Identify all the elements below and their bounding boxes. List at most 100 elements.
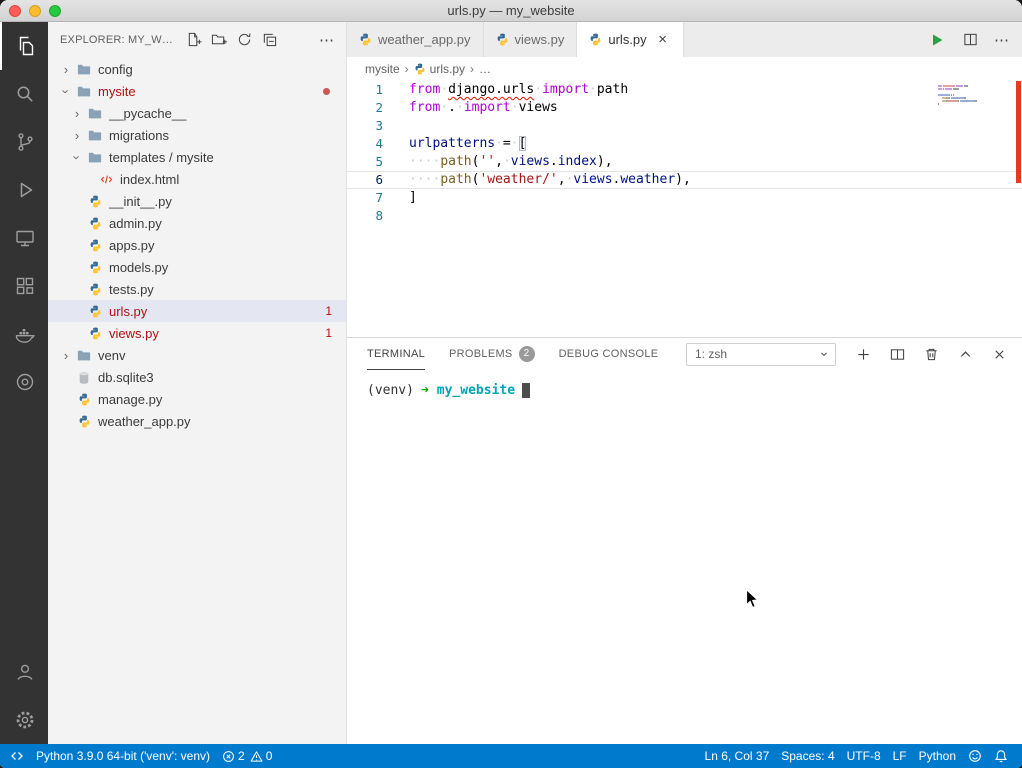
problems-summary[interactable]: 2 0 — [216, 744, 278, 768]
vscode-window: urls.py — my_website — [0, 0, 1022, 768]
encoding[interactable]: UTF-8 — [841, 744, 887, 768]
editor-tab-urls-py[interactable]: urls.py × — [577, 22, 683, 57]
new-terminal-button[interactable] — [854, 345, 872, 363]
tree-item-apps-py[interactable]: apps.py — [48, 234, 346, 256]
tree-item-pycache[interactable]: ›__pycache__ — [48, 102, 346, 124]
tree-item-index-html[interactable]: index.html — [48, 168, 346, 190]
tree-item-label: urls.py — [109, 304, 147, 319]
breadcrumb-file[interactable]: urls.py — [414, 62, 465, 76]
tree-item-tests-py[interactable]: tests.py — [48, 278, 346, 300]
eol-selector[interactable]: LF — [887, 744, 913, 768]
gear-icon — [13, 708, 37, 732]
activity-bar-explorer[interactable] — [0, 22, 48, 70]
python-icon — [85, 217, 105, 230]
tree-item-models-py[interactable]: models.py — [48, 256, 346, 278]
line-number: 6 — [347, 171, 383, 189]
minimize-window-button[interactable] — [29, 5, 41, 17]
refresh-explorer-icon — [237, 32, 252, 47]
close-tab-icon[interactable]: × — [655, 31, 671, 48]
activity-bar-source-control[interactable] — [0, 118, 48, 166]
tree-item-venv[interactable]: ›venv — [48, 344, 346, 366]
split-editor-icon — [963, 32, 978, 47]
activity-bar-gear-circle[interactable] — [0, 358, 48, 406]
python-icon — [85, 283, 105, 296]
close-window-button[interactable] — [9, 5, 21, 17]
tree-item-mysite[interactable]: ›mysite — [48, 80, 346, 102]
split-editor-button[interactable] — [961, 31, 979, 49]
python-icon — [414, 63, 426, 75]
tree-item-admin-py[interactable]: admin.py — [48, 212, 346, 234]
tree-item-urls-py[interactable]: urls.py 1 — [48, 300, 346, 322]
feedback-button[interactable] — [962, 744, 988, 768]
chevron-collapsed-icon[interactable]: › — [69, 106, 85, 121]
tree-item-weather-app-py[interactable]: weather_app.py — [48, 410, 346, 432]
language-mode[interactable]: Python — [913, 744, 962, 768]
bell-icon — [994, 749, 1008, 763]
terminal-picker-dropdown[interactable]: 1: zsh — [686, 343, 836, 366]
chevron-collapsed-icon[interactable]: › — [58, 62, 74, 77]
chevron-collapsed-icon[interactable]: › — [58, 348, 74, 363]
breadcrumb-folder[interactable]: mysite — [365, 62, 400, 76]
code-text: ····path('weather/',·views.weather), — [383, 171, 691, 189]
activity-bar-account[interactable] — [0, 648, 48, 696]
activity-bar-search[interactable] — [0, 70, 48, 118]
breadcrumb-symbol[interactable]: … — [479, 62, 491, 76]
kill-terminal-button[interactable] — [922, 345, 940, 363]
close-panel-button[interactable] — [990, 345, 1008, 363]
code-text: ····path('',·views.index), — [383, 153, 613, 171]
new-file-button[interactable] — [185, 31, 203, 49]
tree-item-config[interactable]: ›config — [48, 58, 346, 80]
maximize-panel-button[interactable] — [956, 345, 974, 363]
tab-label: urls.py — [608, 32, 646, 47]
tree-item-init-py[interactable]: __init__.py — [48, 190, 346, 212]
activity-bar-settings[interactable] — [0, 696, 48, 744]
eol-label: LF — [893, 749, 907, 763]
tree-item-views-py[interactable]: views.py1 — [48, 322, 346, 344]
collapse-all-button[interactable] — [260, 31, 278, 49]
zoom-window-button[interactable] — [49, 5, 61, 17]
panel-tab-label: DEBUG CONSOLE — [559, 348, 659, 360]
chevron-expanded-icon[interactable]: › — [59, 83, 74, 99]
folder-icon — [74, 85, 94, 98]
minimap[interactable] — [938, 85, 1010, 109]
tree-item-db-sqlite3[interactable]: db.sqlite3 — [48, 366, 346, 388]
source-control-branch-icon — [13, 130, 37, 154]
refresh-icon[interactable] — [235, 31, 253, 49]
code-line-5: 5····path('',·views.index), — [347, 153, 1022, 171]
html-icon — [96, 173, 116, 186]
mouse-cursor — [745, 588, 761, 610]
new-file-icon — [186, 32, 202, 47]
cursor-position[interactable]: Ln 6, Col 37 — [699, 744, 776, 768]
activity-bar-remote-explorer[interactable] — [0, 214, 48, 262]
editor-tab-weather-app-py[interactable]: weather_app.py — [347, 22, 484, 57]
tree-item-label: views.py — [109, 326, 159, 341]
error-count-badge: 1 — [325, 304, 332, 318]
new-folder-button[interactable] — [210, 31, 228, 49]
panel-tab-debug-console[interactable]: DEBUG CONSOLE — [559, 338, 659, 370]
explorer-more-actions-icon[interactable]: ⋯ — [319, 31, 334, 49]
remote-indicator[interactable] — [4, 744, 30, 768]
chevron-expanded-icon[interactable]: › — [70, 149, 85, 165]
terminal-content[interactable]: (venv)➜my_website — [347, 370, 1022, 744]
tree-item-label: templates / mysite — [109, 150, 214, 165]
tree-item-manage-py[interactable]: manage.py — [48, 388, 346, 410]
panel-tab-terminal[interactable]: TERMINAL — [367, 338, 425, 370]
panel-tab-problems[interactable]: PROBLEMS2 — [449, 338, 535, 370]
tree-item-migrations[interactable]: ›migrations — [48, 124, 346, 146]
editor-more-actions-icon[interactable]: ⋯ — [994, 31, 1009, 49]
activity-bar-run-and-debug[interactable] — [0, 166, 48, 214]
collapse-all-icon — [262, 32, 277, 47]
explorer-header: EXPLORER: MY_W… ⋯ — [48, 22, 346, 57]
tree-item-templates-mysite[interactable]: › templates / mysite — [48, 146, 346, 168]
activity-bar-extensions[interactable] — [0, 262, 48, 310]
editor-tab-views-py[interactable]: views.py — [484, 22, 578, 57]
activity-bar-docker[interactable] — [0, 310, 48, 358]
run-python-file-button[interactable] — [928, 31, 946, 49]
indentation[interactable]: Spaces: 4 — [775, 744, 840, 768]
chevron-collapsed-icon[interactable]: › — [69, 128, 85, 143]
code-editor[interactable]: 1from·django.urls·import·path2from·.·imp… — [347, 81, 1022, 337]
notifications-button[interactable] — [988, 744, 1014, 768]
split-terminal-button[interactable] — [888, 345, 906, 363]
tab-label: weather_app.py — [378, 32, 471, 47]
python-interpreter[interactable]: Python 3.9.0 64-bit ('venv': venv) — [30, 744, 216, 768]
